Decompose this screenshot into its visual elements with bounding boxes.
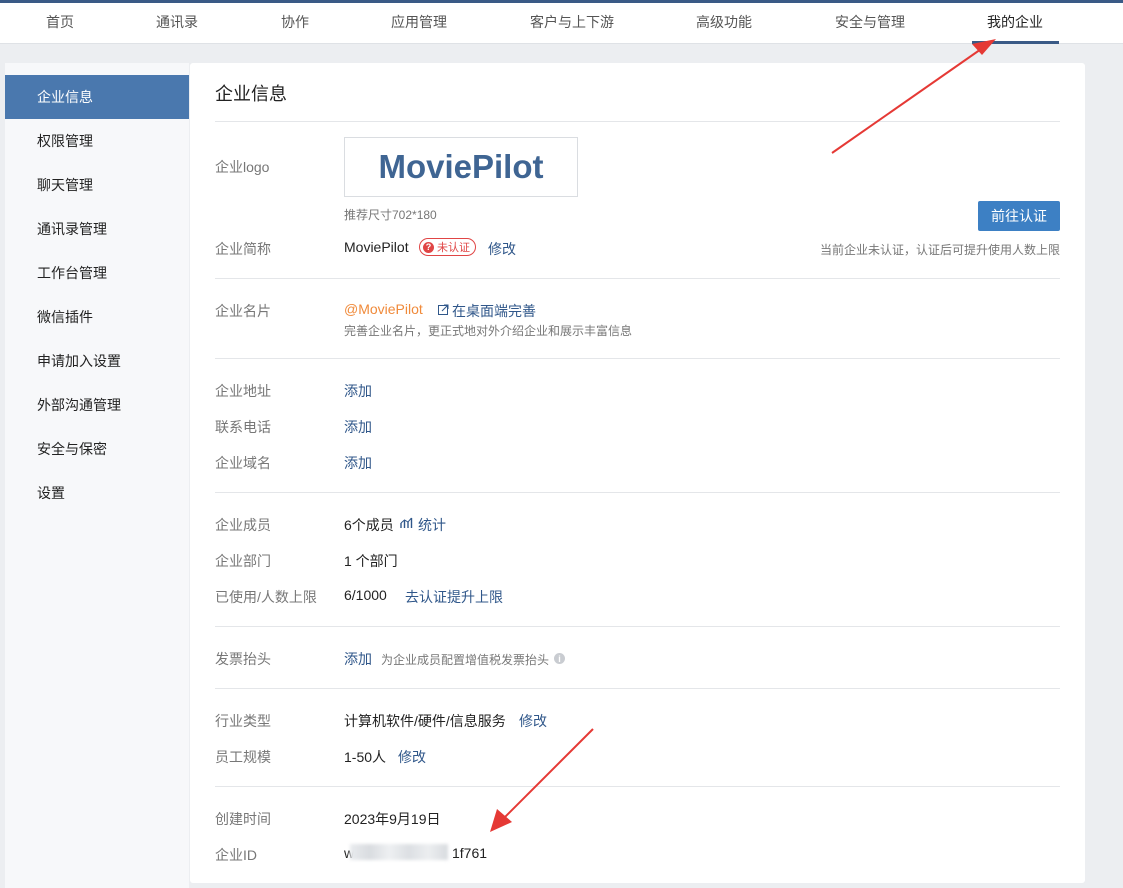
departments-label: 企业部门 [215, 553, 271, 569]
divider [215, 492, 1060, 493]
external-link-icon [438, 304, 449, 315]
departments-value: 1 个部门 [344, 553, 398, 569]
created-value: 2023年9月19日 [344, 811, 441, 827]
phone-label: 联系电话 [215, 419, 271, 435]
nav-active-indicator [972, 41, 1059, 44]
industry-value: 计算机软件/硬件/信息服务 [344, 713, 506, 729]
divider [215, 358, 1060, 359]
sidebar: 企业信息 权限管理 聊天管理 通讯录管理 工作台管理 微信插件 申请加入设置 外… [5, 63, 189, 888]
sidebar-item-workbench[interactable]: 工作台管理 [5, 251, 189, 295]
main-panel: 企业信息 企业logo MoviePilot 推荐尺寸702*180 前往认证 … [190, 63, 1085, 883]
page-title: 企业信息 [215, 84, 287, 104]
nav-advanced[interactable]: 高级功能 [696, 3, 752, 43]
unverified-badge-label: 未认证 [437, 242, 470, 254]
enterprise-logo[interactable]: MoviePilot [344, 137, 578, 197]
add-domain-link[interactable]: 添加 [344, 453, 372, 473]
add-invoice-link[interactable]: 添加 [344, 649, 372, 669]
usage-value: 6/1000 [344, 587, 387, 603]
nav-contacts[interactable]: 通讯录 [156, 3, 198, 43]
question-icon: ? [423, 241, 434, 253]
divider [215, 626, 1060, 627]
verify-button[interactable]: 前往认证 [978, 201, 1060, 231]
divider [215, 121, 1060, 122]
statistics-icon [400, 517, 413, 528]
nav-app-management[interactable]: 应用管理 [391, 3, 447, 43]
logo-label: 企业logo [215, 159, 270, 175]
nav-home[interactable]: 首页 [46, 3, 74, 43]
edit-industry-link[interactable]: 修改 [519, 711, 547, 731]
complete-on-desktop-link[interactable]: 在桌面端完善 [452, 301, 536, 321]
sidebar-item-join-settings[interactable]: 申请加入设置 [5, 339, 189, 383]
nav-collaboration[interactable]: 协作 [281, 3, 309, 43]
nav-security[interactable]: 安全与管理 [835, 3, 905, 43]
divider [215, 278, 1060, 279]
sidebar-item-external[interactable]: 外部沟通管理 [5, 383, 189, 427]
logo-size-hint: 推荐尺寸702*180 [344, 208, 437, 222]
verify-note: 当前企业未认证，认证后可提升使用人数上限 [819, 243, 1060, 257]
card-label: 企业名片 [215, 303, 271, 319]
divider [215, 786, 1060, 787]
corp-id-suffix: 1f761 [452, 845, 488, 861]
invoice-description: 为企业成员配置增值税发票抬头 [381, 653, 550, 667]
card-description: 完善企业名片，更正式地对外介绍企业和展示丰富信息 [344, 324, 633, 338]
usage-label: 已使用/人数上限 [215, 589, 317, 605]
created-label: 创建时间 [215, 811, 271, 827]
raise-limit-link[interactable]: 去认证提升上限 [405, 587, 503, 607]
statistics-link[interactable]: 统计 [418, 515, 446, 535]
sidebar-item-security[interactable]: 安全与保密 [5, 427, 189, 471]
divider [215, 688, 1060, 689]
logo-text: MoviePilot [378, 148, 544, 185]
nav-my-enterprise[interactable]: 我的企业 [987, 3, 1043, 43]
industry-label: 行业类型 [215, 713, 271, 729]
card-handle: @MoviePilot [344, 301, 423, 317]
info-icon[interactable]: i [554, 653, 565, 664]
top-navigation: 首页 通讯录 协作 应用管理 客户与上下游 高级功能 安全与管理 我的企业 [0, 3, 1123, 44]
corp-id-label: 企业ID [215, 847, 257, 863]
domain-label: 企业域名 [215, 455, 271, 471]
edit-short-name-link[interactable]: 修改 [488, 239, 516, 259]
scale-value: 1-50人 [344, 749, 387, 765]
edit-scale-link[interactable]: 修改 [398, 747, 426, 767]
scale-label: 员工规模 [215, 749, 271, 765]
sidebar-item-contacts[interactable]: 通讯录管理 [5, 207, 189, 251]
corp-id-redaction [350, 844, 448, 860]
sidebar-item-enterprise-info[interactable]: 企业信息 [5, 75, 189, 119]
sidebar-item-chat[interactable]: 聊天管理 [5, 163, 189, 207]
sidebar-item-permissions[interactable]: 权限管理 [5, 119, 189, 163]
nav-customers-partners[interactable]: 客户与上下游 [530, 3, 614, 43]
add-address-link[interactable]: 添加 [344, 381, 372, 401]
address-label: 企业地址 [215, 383, 271, 399]
short-name-label: 企业简称 [215, 241, 271, 257]
unverified-badge: ? 未认证 [419, 238, 476, 256]
short-name-value: MoviePilot [344, 239, 409, 255]
members-value: 6个成员 [344, 517, 394, 533]
invoice-label: 发票抬头 [215, 651, 271, 667]
members-label: 企业成员 [215, 517, 271, 533]
sidebar-item-wechat-plugin[interactable]: 微信插件 [5, 295, 189, 339]
add-phone-link[interactable]: 添加 [344, 417, 372, 437]
sidebar-item-settings[interactable]: 设置 [5, 471, 189, 515]
